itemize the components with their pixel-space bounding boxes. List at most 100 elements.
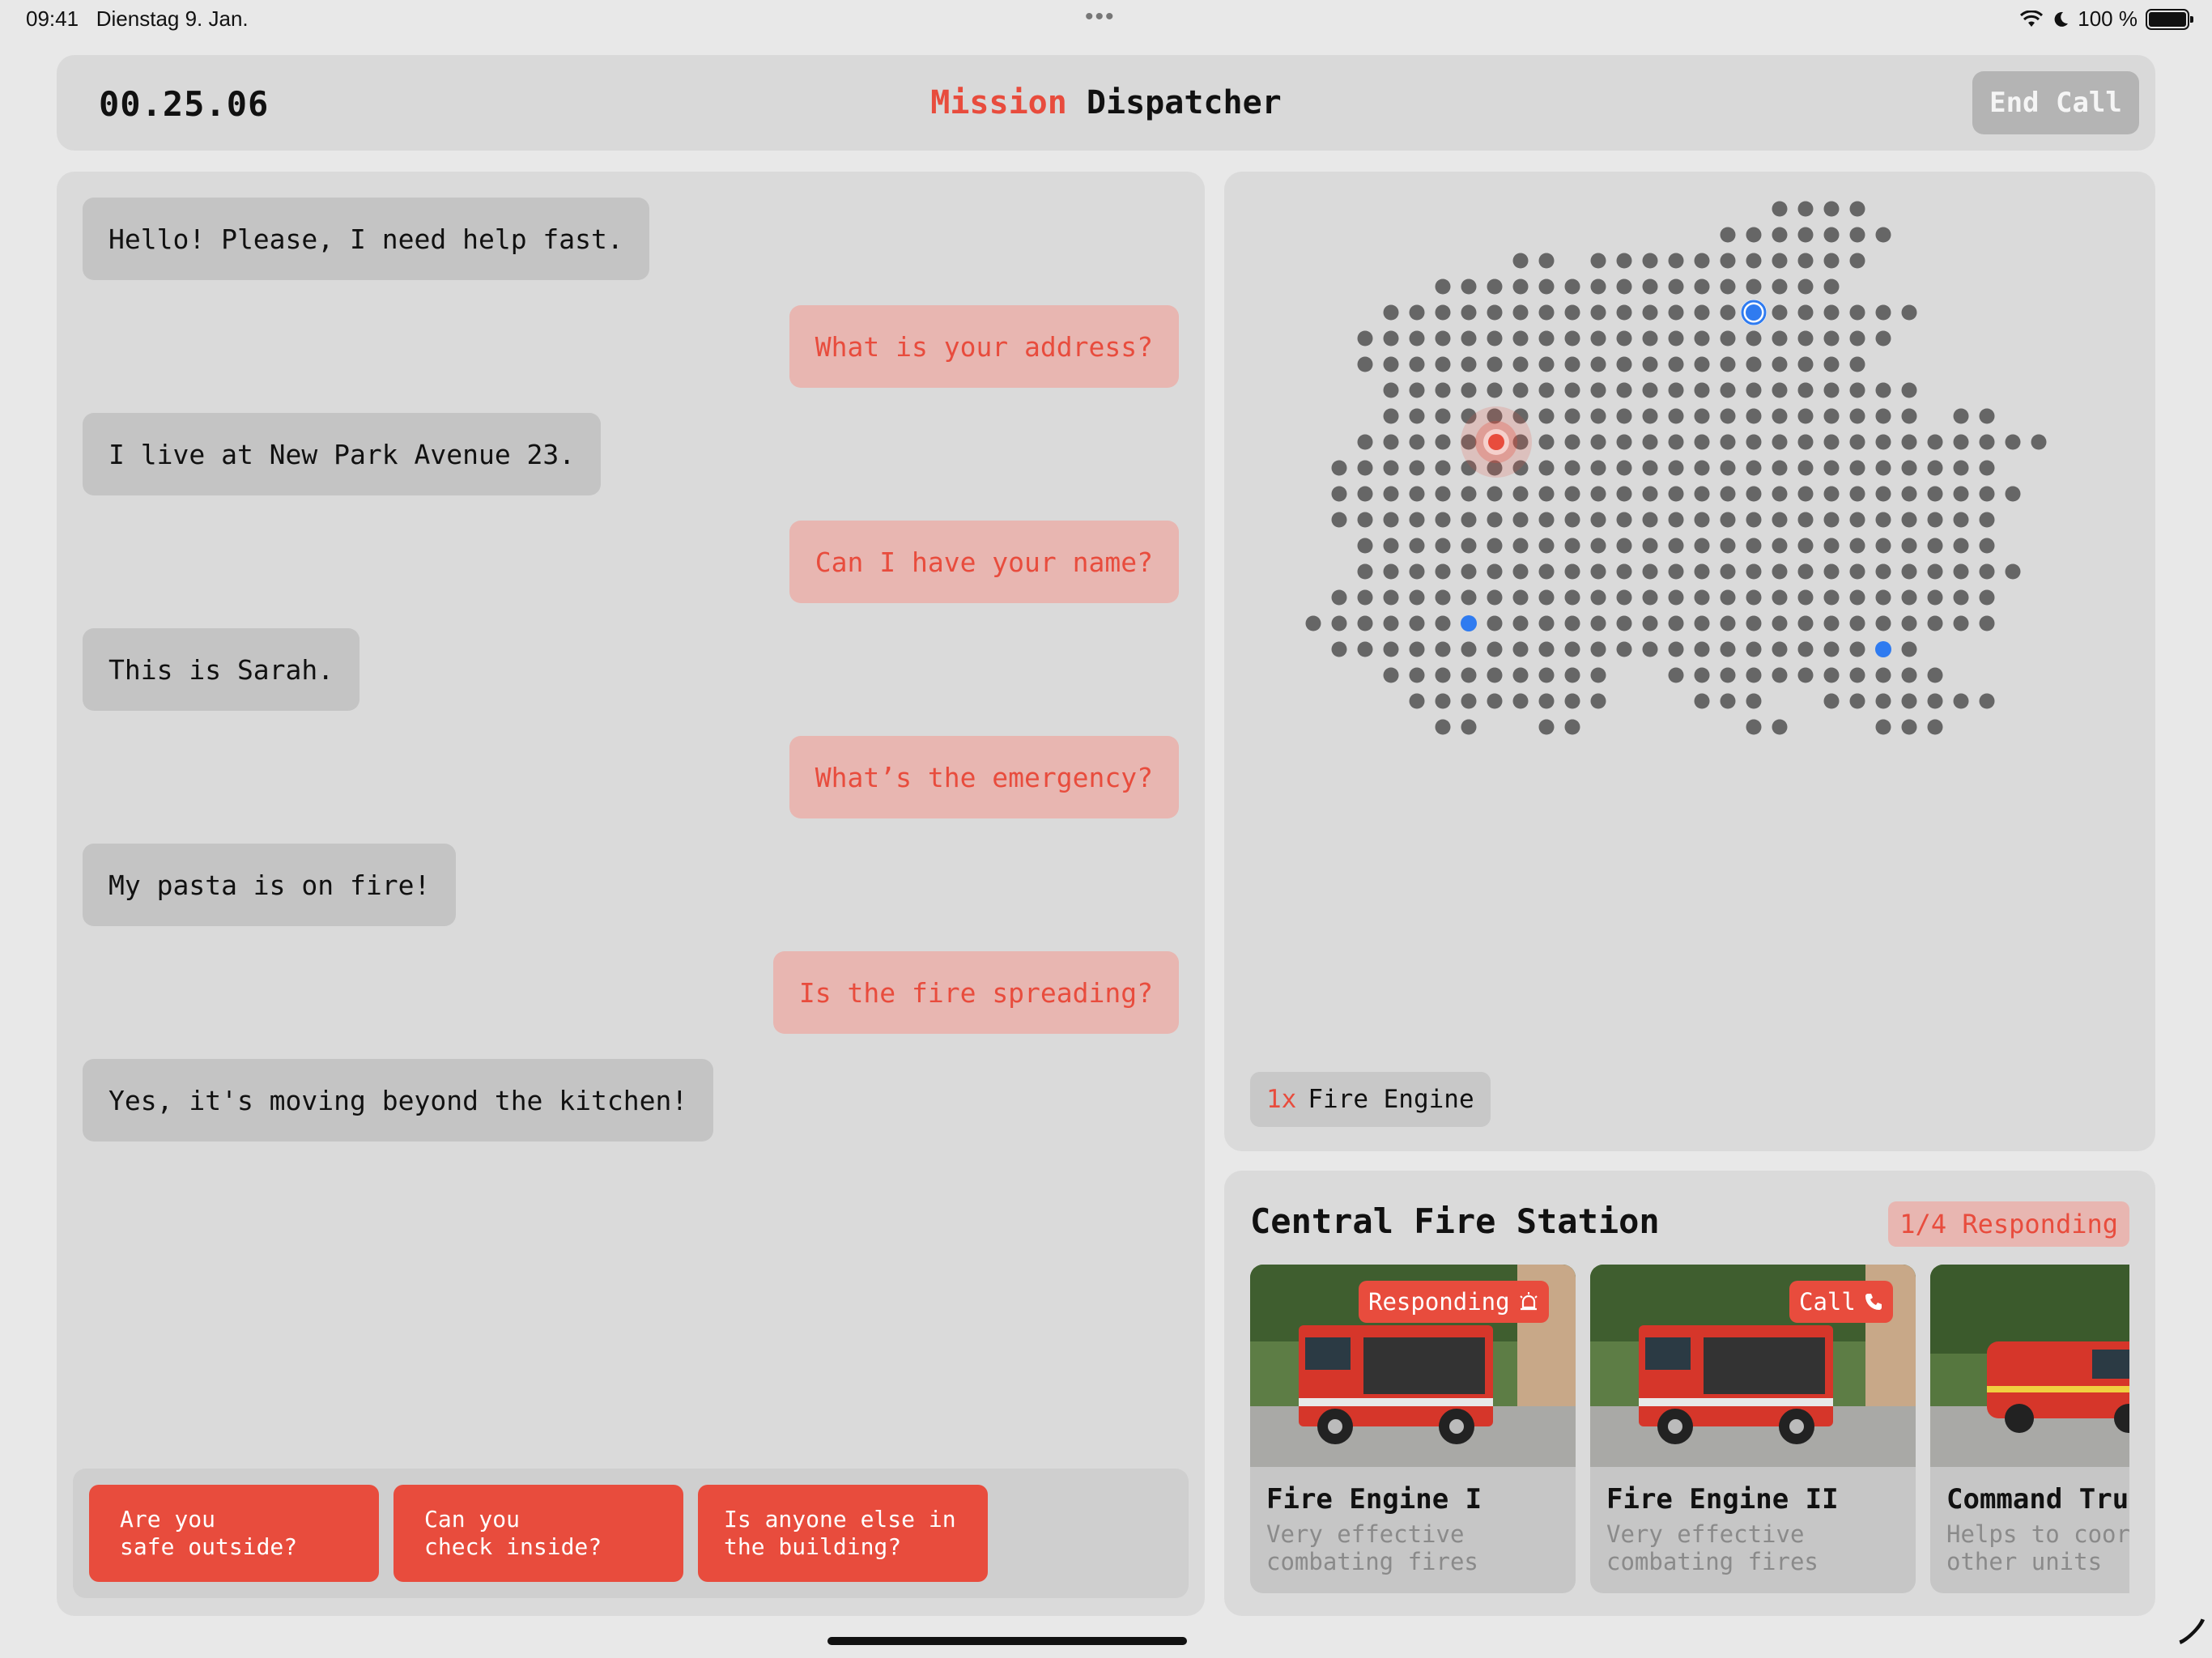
- map-dot: [1435, 667, 1451, 683]
- map-dot: [1901, 408, 1917, 424]
- dot-map[interactable]: [1224, 172, 2155, 1046]
- map-dot: [1901, 589, 1917, 606]
- map-dot: [1823, 538, 1840, 554]
- chat-message-dispatcher: Can I have your name?: [789, 521, 1179, 603]
- map-dot: [1512, 356, 1529, 372]
- map-dot: [1772, 460, 1788, 476]
- map-dot: [1383, 589, 1399, 606]
- map-dot: [1668, 304, 1684, 321]
- map-dot: [1435, 693, 1451, 709]
- map-dot: [1772, 589, 1788, 606]
- phone-icon[interactable]: [2178, 1618, 2207, 1647]
- map-dot: [1487, 641, 1503, 657]
- map-dot: [1331, 615, 1347, 631]
- map-dot: [1772, 278, 1788, 295]
- map-dot: [1487, 486, 1503, 502]
- map-dot: [1849, 538, 1865, 554]
- map-dot: [1953, 615, 1969, 631]
- quick-reply-check-inside[interactable]: Can you check inside?: [393, 1485, 683, 1582]
- map-dot: [1979, 434, 1995, 450]
- map-dot: [1875, 589, 1891, 606]
- map-dot: [1953, 693, 1969, 709]
- map-dot: [1435, 641, 1451, 657]
- map-dot: [1538, 434, 1555, 450]
- multitasking-dots[interactable]: •••: [1085, 3, 1116, 31]
- map-dot: [1720, 538, 1736, 554]
- map-dot: [2005, 486, 2021, 502]
- map-dot: [1564, 486, 1580, 502]
- map-dot: [1616, 589, 1632, 606]
- map-dot: [1927, 512, 1943, 528]
- map-dot: [1720, 434, 1736, 450]
- map-dot: [1746, 719, 1762, 735]
- map-dot: [1694, 641, 1710, 657]
- unit-marker[interactable]: [1461, 615, 1477, 631]
- map-dot: [1331, 512, 1347, 528]
- map-dot: [1564, 641, 1580, 657]
- unit-card-fire-engine-1[interactable]: Responding Fire Engine I Very effective …: [1250, 1265, 1576, 1593]
- map-dot: [1797, 304, 1814, 321]
- map-dot: [1409, 304, 1425, 321]
- map-dot: [1590, 330, 1606, 346]
- map-dot: [1538, 589, 1555, 606]
- map-dot: [1383, 460, 1399, 476]
- map-dot: [1720, 304, 1736, 321]
- map-dot: [1849, 253, 1865, 269]
- incident-marker[interactable]: [1488, 434, 1504, 450]
- map-dot: [1590, 589, 1606, 606]
- map-dot: [1797, 434, 1814, 450]
- map-dot: [1409, 486, 1425, 502]
- map-dot: [1797, 641, 1814, 657]
- map-dot: [1538, 356, 1555, 372]
- map-dot: [1409, 667, 1425, 683]
- map-dot: [1435, 719, 1451, 735]
- map-dot: [1720, 563, 1736, 580]
- map-dot: [1694, 304, 1710, 321]
- map-dot: [1927, 719, 1943, 735]
- map-dot: [1538, 563, 1555, 580]
- map-dot: [1772, 486, 1788, 502]
- map-dot: [1590, 434, 1606, 450]
- map-dot: [1694, 615, 1710, 631]
- map-dot: [1901, 460, 1917, 476]
- quick-reply-safe-outside[interactable]: Are you safe outside?: [89, 1485, 379, 1582]
- map-dot: [1746, 278, 1762, 295]
- map-dot: [1746, 330, 1762, 346]
- quick-reply-anyone-else[interactable]: Is anyone else in the building?: [698, 1485, 988, 1582]
- responding-unit-marker[interactable]: [1746, 304, 1762, 321]
- map-dot: [1979, 563, 1995, 580]
- call-tag[interactable]: Call: [1789, 1281, 1893, 1323]
- map-dot: [1875, 667, 1891, 683]
- unit-marker[interactable]: [1875, 641, 1891, 657]
- map-dot: [1616, 304, 1632, 321]
- map-dot: [1357, 563, 1373, 580]
- map-dot: [1409, 641, 1425, 657]
- unit-card-fire-engine-2[interactable]: Call Fire Engine II Very effective comba…: [1590, 1265, 1916, 1593]
- map-dot: [1409, 382, 1425, 398]
- map-dot: [1797, 512, 1814, 528]
- map-dot: [1849, 408, 1865, 424]
- map-dot: [1901, 667, 1917, 683]
- map-dot: [1590, 563, 1606, 580]
- map-dot: [1435, 278, 1451, 295]
- map-dot: [1642, 538, 1658, 554]
- home-indicator[interactable]: [827, 1637, 1187, 1645]
- map-dot: [1409, 330, 1425, 346]
- map-dot: [1979, 538, 1995, 554]
- map-dot: [1720, 486, 1736, 502]
- map-panel: 1x Fire Engine: [1224, 172, 2155, 1151]
- map-dot: [1823, 615, 1840, 631]
- map-dot: [1849, 434, 1865, 450]
- map-dot: [1797, 356, 1814, 372]
- map-dot: [1797, 563, 1814, 580]
- unit-cards-carousel[interactable]: Responding Fire Engine I Very effective …: [1250, 1265, 2129, 1593]
- map-dot: [1823, 460, 1840, 476]
- unit-name: Command Truck: [1946, 1483, 2129, 1516]
- end-call-button[interactable]: End Call: [1972, 71, 2139, 134]
- map-dot: [1849, 563, 1865, 580]
- map-dot: [1512, 512, 1529, 528]
- map-dot: [1849, 227, 1865, 243]
- map-dot: [1564, 667, 1580, 683]
- unit-card-command-truck[interactable]: Command Truck Helps to coordinate other …: [1930, 1265, 2129, 1593]
- map-dot: [1512, 382, 1529, 398]
